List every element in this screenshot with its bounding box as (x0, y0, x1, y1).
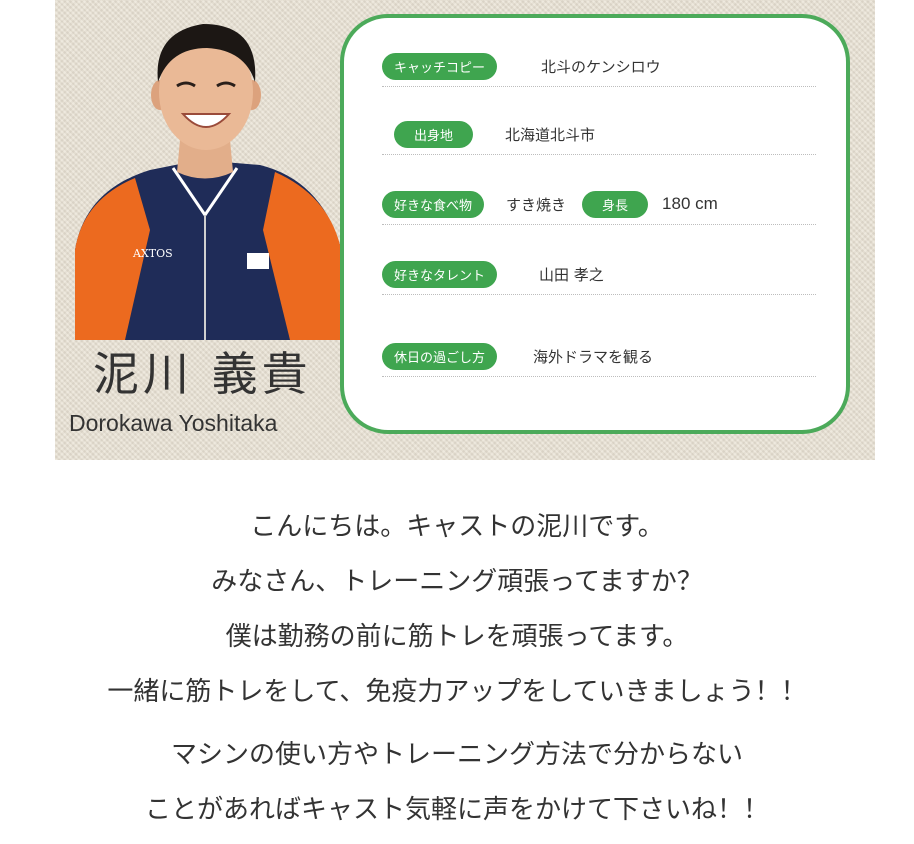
row-holiday: 休日の過ごし方 海外ドラマを観る (382, 336, 816, 377)
label-holiday: 休日の過ごし方 (382, 342, 498, 370)
value-height: 180 cm (662, 194, 718, 213)
message-line-5: マシンの使い方やトレーニング方法で分からない (170, 740, 743, 770)
message-line-2: みなさん、トレーニング頑張ってますか？ (211, 567, 703, 597)
label-favorite-talent: 好きなタレント (382, 260, 498, 288)
staff-photo: AXTOS (75, 24, 345, 340)
row-favorite-talent: 好きなタレント 山田 孝之 (382, 254, 816, 295)
value-hometown: 北海道北斗市 (505, 125, 596, 144)
row-hometown: 出身地 北海道北斗市 (382, 114, 816, 155)
row-favorite-food: 好きな食べ物 すき焼き 身長 180 cm (382, 184, 816, 225)
svg-text:AXTOS: AXTOS (132, 247, 173, 260)
value-catchphrase: 北斗のケンシロウ (541, 57, 661, 76)
intro-message: こんにちは。キャストの泥川です。 みなさん、トレーニング頑張ってますか？ 僕は勤… (0, 500, 914, 838)
value-favorite-food: すき焼き (506, 195, 567, 214)
label-hometown: 出身地 (394, 120, 474, 148)
message-line-1: こんにちは。キャストの泥川です。 (250, 512, 664, 542)
label-favorite-food: 好きな食べ物 (382, 190, 485, 218)
value-favorite-talent: 山田 孝之 (539, 265, 604, 284)
label-height: 身長 (582, 190, 649, 218)
staff-profile-card: AXTOS 泥川 義貴 Dorokawa Yoshitaka キャッチコピー 北… (55, 0, 875, 460)
message-line-4: 一緒に筋トレをして、免疫力アップをしていきましょう！！ (107, 677, 807, 707)
message-line-6: ことがあればキャスト気軽に声をかけて下さいね！！ (144, 795, 769, 825)
row-catchphrase: キャッチコピー 北斗のケンシロウ (382, 46, 816, 87)
message-line-3: 僕は勤務の前に筋トレを頑張ってます。 (225, 622, 689, 652)
profile-details-box: キャッチコピー 北斗のケンシロウ 出身地 北海道北斗市 好きな食べ物 すき焼き … (340, 14, 850, 434)
value-holiday: 海外ドラマを観る (533, 347, 654, 366)
staff-name-english: Dorokawa Yoshitaka (69, 410, 278, 436)
label-catchphrase: キャッチコピー (382, 52, 498, 80)
staff-name-japanese: 泥川 義貴 (93, 347, 312, 401)
